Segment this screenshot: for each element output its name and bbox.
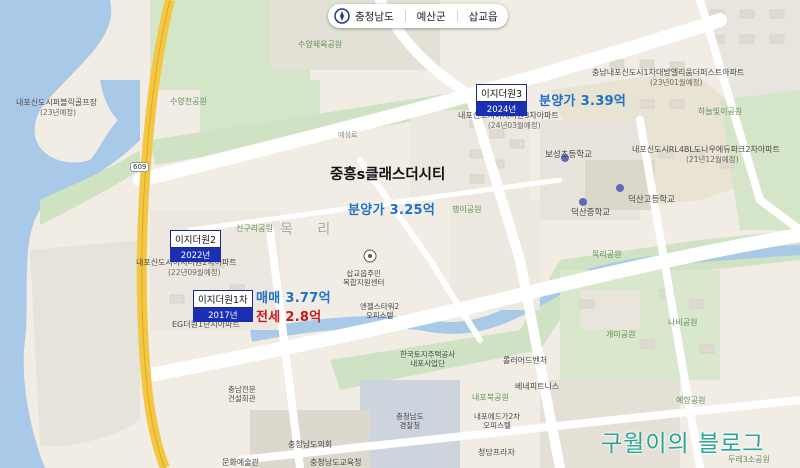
school-label[interactable]: 덕산중학교	[571, 208, 610, 219]
park-label[interactable]: 목리공원	[592, 250, 621, 259]
headline-complex: 중흥s클래스더시티	[330, 167, 446, 183]
facility-label[interactable]: 엔젤스타워2 오피스텔	[360, 302, 400, 320]
apartment-sublabel: (21년12월예정)	[686, 155, 739, 164]
facility-label[interactable]: 롤러어드벤처	[503, 356, 547, 365]
facility-label[interactable]: 충청남도교육청	[310, 458, 362, 467]
facility-label[interactable]: 베네피트니스	[515, 382, 559, 391]
headline-price: 분양가 3.25억	[348, 203, 436, 218]
apartment-label[interactable]: 내포신도시RL4BL도나우에듀파크2차아파트	[632, 145, 780, 154]
region-breadcrumb[interactable]: 충청남도 예산군 삽교읍	[328, 4, 508, 28]
marker-price: 분양가 3.39억	[539, 94, 627, 109]
facility-label[interactable]: 문화예술관	[222, 458, 259, 467]
apartment-sublabel: (22년09월예정)	[168, 268, 221, 277]
park-label[interactable]: 신구리공원	[236, 224, 273, 233]
marker-name: 이지더원1차	[193, 290, 253, 308]
expo-name: 충남전문 건설회관	[228, 385, 256, 403]
marker-year: 2024년	[476, 102, 528, 116]
apartment-label[interactable]: 충남내포신도시1차대방엘리움더퍼스트아파트	[592, 68, 744, 77]
poi-label[interactable]: 내포신도시퍼블릭골프장	[16, 98, 97, 107]
park-label[interactable]: 내포북공원	[472, 393, 509, 402]
park-label[interactable]: 예향공원	[676, 396, 705, 405]
facility-label[interactable]: 한국토지주택공사 내포사업단	[400, 350, 456, 368]
breadcrumb-region[interactable]: 충청남도	[355, 9, 394, 24]
police-name: 충청남도 경찰청	[396, 412, 424, 430]
admin-center-name: 삽교읍주민 복합지원센터	[343, 269, 385, 287]
facility-label[interactable]: 충남전문 건설회관	[228, 385, 256, 403]
park-label[interactable]: 수양체육공원	[298, 40, 342, 49]
park-label[interactable]: 하늘빛이공원	[698, 107, 742, 116]
compass-icon	[334, 8, 350, 24]
lh-name: 한국토지주택공사 내포사업단	[400, 350, 456, 368]
poi-sublabel: (23년예정)	[40, 108, 77, 117]
breadcrumb-county[interactable]: 예산군	[417, 9, 446, 24]
school-label[interactable]: 보성초등학교	[545, 150, 592, 161]
park-label[interactable]: 개미공원	[606, 330, 635, 339]
road-shield: 609	[130, 162, 150, 172]
blog-watermark: 구월이의 블로그	[601, 431, 765, 457]
breadcrumb-divider	[456, 10, 458, 22]
road-label: 예성로	[338, 131, 358, 139]
apartment-sublabel: (24년03월예정)	[488, 121, 541, 130]
school-label[interactable]: 덕산고등학교	[628, 195, 675, 206]
facility-label[interactable]: 삽교읍주민 복합지원센터	[343, 269, 385, 287]
facility-label[interactable]: 청담프라자	[478, 448, 515, 457]
marker-name: 이지더원3	[476, 84, 528, 102]
complex-marker-1[interactable]: 이지더원1차 2017년	[193, 290, 253, 322]
facility-label[interactable]: 내포에드가2차 오피스텔	[474, 412, 521, 430]
facility-label[interactable]: 충청남도의회	[288, 440, 332, 449]
marker-trade-price: 매매 3.77억	[256, 291, 331, 306]
marker-jeonse-price: 전세 2.8억	[256, 310, 322, 325]
park-label[interactable]: 나비공원	[668, 318, 697, 327]
breadcrumb-divider	[404, 10, 406, 22]
marker-year: 2017년	[193, 308, 253, 322]
complex-marker-3[interactable]: 이지더원3 2024년	[476, 84, 528, 116]
apartment-sublabel: (23년01월예정)	[650, 78, 703, 87]
breadcrumb-town[interactable]: 삽교읍	[469, 9, 498, 24]
complex-marker-2[interactable]: 이지더원2 2022년	[170, 230, 222, 262]
park-label[interactable]: 쟁이공원	[452, 205, 481, 214]
facility-label[interactable]: 충청남도 경찰청	[396, 412, 424, 430]
marker-name: 이지더원2	[170, 230, 222, 248]
officetel-name: 엔젤스타워2 오피스텔	[360, 302, 400, 320]
park-label[interactable]: 수양천공원	[170, 97, 207, 106]
naepo-edu-name: 내포에드가2차 오피스텔	[474, 412, 521, 430]
town-name-label: 목 리	[280, 222, 341, 238]
marker-year: 2022년	[170, 248, 222, 262]
